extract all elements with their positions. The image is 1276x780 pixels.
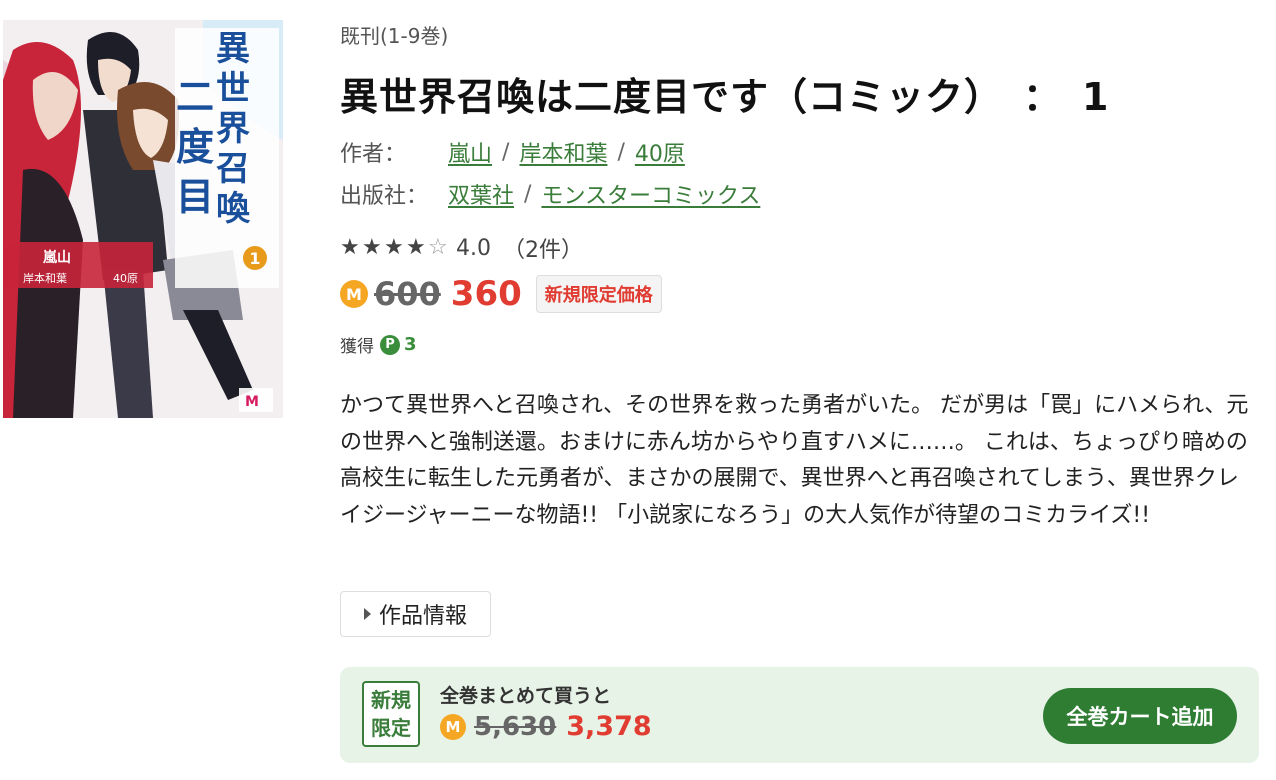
separator: / <box>502 139 510 165</box>
author-link-2[interactable]: 岸本和葉 <box>519 136 607 168</box>
badge-line-2: 限定 <box>371 716 411 740</box>
bundle-price: M 5,630 3,378 <box>440 711 652 742</box>
series-label[interactable]: 既刊(1-9巻) <box>340 20 448 49</box>
cover-art: 異 世 界 召 喚 二 度 目 1 嵐山 岸本和葉 40原 M <box>3 20 283 418</box>
author-link-3[interactable]: 40原 <box>635 136 685 168</box>
svg-text:喚: 喚 <box>216 189 251 229</box>
point-icon: P <box>380 334 400 355</box>
author-link-1[interactable]: 嵐山 <box>448 136 492 168</box>
points-row: 獲得 P 3 <box>340 332 417 357</box>
badge-line-1: 新規 <box>371 688 411 712</box>
bundle-text: 全巻まとめて買うと <box>440 685 612 707</box>
svg-text:嵐山: 嵐山 <box>42 250 71 266</box>
caret-right-icon <box>363 608 371 620</box>
bundle-sale-price: 3,378 <box>566 711 652 742</box>
cover-image[interactable]: 異 世 界 召 喚 二 度 目 1 嵐山 岸本和葉 40原 M <box>3 20 283 418</box>
star-rating: ★ ★ ★ ★ ☆ <box>340 237 450 259</box>
new-limited-badge: 新規 限定 <box>362 681 420 747</box>
points-label: 獲得 <box>340 337 374 357</box>
price-row: M 600 360 新規限定価格 <box>340 274 662 314</box>
star-filled-icon: ★ <box>362 235 382 260</box>
star-filled-icon: ★ <box>340 235 360 260</box>
coin-icon: M <box>340 280 368 308</box>
limited-price-tag: 新規限定価格 <box>535 275 662 313</box>
original-price: 600 <box>374 275 441 313</box>
publisher-link[interactable]: 双葉社 <box>448 178 514 210</box>
bundle-original-price: 5,630 <box>474 711 557 742</box>
page-title: 異世界召喚は二度目です（コミック） ： 1 <box>340 75 1110 119</box>
svg-text:度: 度 <box>176 125 214 169</box>
svg-text:1: 1 <box>249 249 260 268</box>
sale-price: 360 <box>450 274 522 314</box>
star-empty-icon: ☆ <box>428 235 448 260</box>
description: かつて異世界へと召喚され、その世界を救った勇者がいた。 だが男は「罠」にハメられ… <box>340 393 1249 528</box>
svg-text:異: 異 <box>216 29 250 69</box>
rating[interactable]: ★ ★ ★ ★ ☆ 4.0 （2件） <box>340 232 583 264</box>
rating-score: 4.0 <box>456 235 491 261</box>
work-info-label: 作品情報 <box>378 603 467 628</box>
separator: / <box>524 181 532 207</box>
author-label: 作者： <box>340 142 407 167</box>
svg-text:召: 召 <box>216 149 250 189</box>
star-filled-icon: ★ <box>406 235 426 260</box>
coin-icon: M <box>440 713 466 740</box>
author-row: 作者： 嵐山 / 岸本和葉 / 40原 <box>340 136 685 168</box>
label-link[interactable]: モンスターコミックス <box>541 178 760 210</box>
svg-text:40原: 40原 <box>113 272 138 285</box>
review-count[interactable]: （2件） <box>503 232 583 264</box>
svg-text:目: 目 <box>176 175 214 219</box>
publisher-row: 出版社： 双葉社 / モンスターコミックス <box>340 178 760 210</box>
svg-text:二: 二 <box>176 75 214 119</box>
svg-text:世: 世 <box>216 69 250 109</box>
svg-text:M: M <box>245 394 259 410</box>
bundle-offer: 新規 限定 全巻まとめて買うと M 5,630 3,378 全巻カート追加 <box>340 667 1259 763</box>
separator: / <box>617 139 625 165</box>
publisher-label: 出版社： <box>340 184 429 209</box>
work-info-button[interactable]: 作品情報 <box>340 591 491 637</box>
svg-text:界: 界 <box>216 109 250 149</box>
add-all-to-cart-button[interactable]: 全巻カート追加 <box>1043 688 1237 744</box>
star-filled-icon: ★ <box>384 235 404 260</box>
points-value: 3 <box>404 334 417 355</box>
svg-text:岸本和葉: 岸本和葉 <box>23 271 67 285</box>
